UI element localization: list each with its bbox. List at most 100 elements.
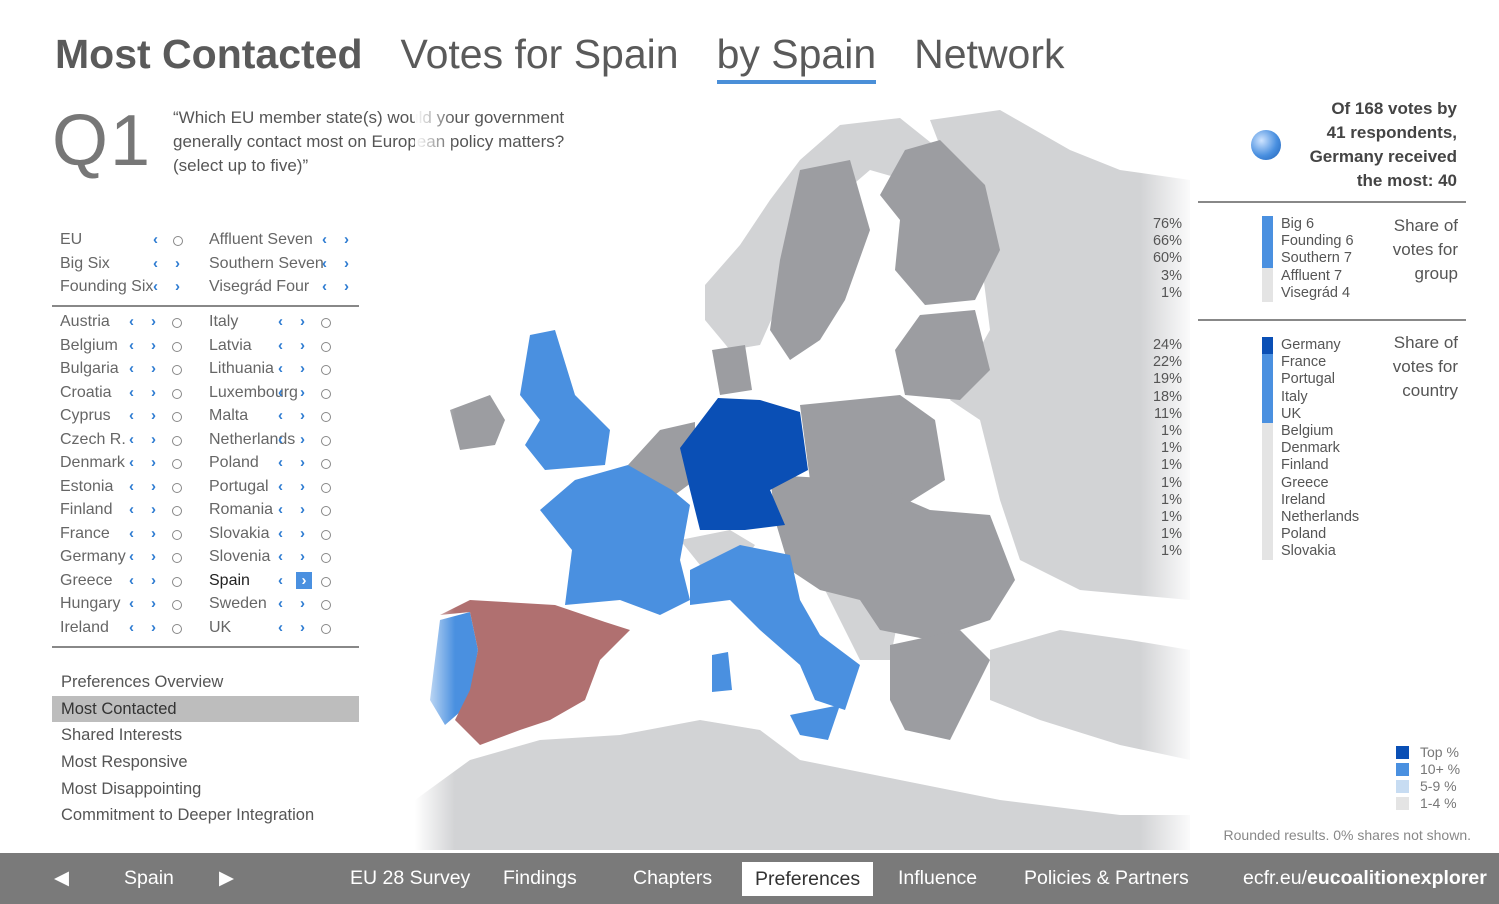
radio-circle-icon[interactable] [172, 318, 182, 328]
country-label-spain[interactable]: Spain [209, 572, 250, 590]
next-icon[interactable]: › [151, 384, 156, 401]
country-label-greece[interactable]: Greece [60, 572, 112, 590]
prev-icon[interactable]: ‹ [278, 619, 283, 636]
country-label-portugal[interactable]: Portugal [209, 478, 269, 496]
country-label-uk[interactable]: UK [209, 619, 231, 637]
country-label-hungary[interactable]: Hungary [60, 595, 120, 613]
prev-icon[interactable]: ‹ [129, 384, 134, 401]
country-label-czech-r[interactable]: Czech R. [60, 431, 126, 449]
prev-icon[interactable]: ‹ [129, 525, 134, 542]
prev-icon[interactable]: ‹ [129, 337, 134, 354]
tab-network[interactable]: Network [914, 31, 1064, 84]
radio-circle-icon[interactable] [321, 623, 331, 634]
radio-circle-icon[interactable] [172, 506, 182, 516]
site-link[interactable]: ecfr.eu/eucoalitionexplorer [1243, 853, 1487, 904]
prev-icon[interactable]: ‹ [278, 595, 283, 612]
prev-icon[interactable]: ‹ [322, 231, 327, 248]
prev-country-icon[interactable]: ◀ [54, 853, 69, 904]
nav-most-responsive[interactable]: Most Responsive [52, 749, 359, 776]
next-icon[interactable]: › [300, 501, 305, 518]
nav-policies-partners[interactable]: Policies & Partners [1024, 853, 1189, 904]
prev-icon[interactable]: ‹ [129, 619, 134, 636]
next-icon[interactable]: › [300, 595, 305, 612]
next-icon[interactable]: › [151, 313, 156, 330]
group-label-affluent-seven[interactable]: Affluent Seven [209, 231, 313, 249]
radio-circle-icon[interactable] [321, 318, 331, 328]
country-label-sweden[interactable]: Sweden [209, 595, 267, 613]
prev-icon[interactable]: ‹ [129, 313, 134, 330]
radio-circle-icon[interactable] [172, 412, 182, 422]
radio-circle-icon[interactable] [172, 600, 182, 610]
tab-most-contacted[interactable]: Most Contacted [55, 31, 363, 84]
country-label-luxembourg[interactable]: Luxembourg [209, 384, 298, 402]
prev-icon[interactable]: ‹ [129, 595, 134, 612]
country-label-romania[interactable]: Romania [209, 501, 273, 519]
radio-circle-icon[interactable] [172, 576, 182, 587]
country-label-estonia[interactable]: Estonia [60, 478, 113, 496]
next-icon[interactable]: › [300, 619, 305, 636]
next-icon[interactable]: › [300, 478, 305, 495]
prev-icon[interactable]: ‹ [278, 337, 283, 354]
radio-circle-icon[interactable] [321, 600, 331, 610]
next-country-icon[interactable]: ▶ [219, 853, 234, 904]
prev-icon[interactable]: ‹ [278, 384, 283, 401]
radio-circle-icon[interactable] [321, 482, 331, 493]
radio-circle-icon[interactable] [321, 435, 331, 446]
country-label-cyprus[interactable]: Cyprus [60, 407, 111, 425]
prev-icon[interactable]: ‹ [278, 572, 283, 589]
nav-eu28-survey[interactable]: EU 28 Survey [350, 853, 470, 904]
group-label-founding-six[interactable]: Founding Six [60, 278, 153, 296]
prev-icon[interactable]: ‹ [129, 572, 134, 589]
prev-icon[interactable]: ‹ [129, 501, 134, 518]
radio-circle-icon[interactable] [321, 365, 331, 375]
next-icon[interactable]: › [300, 454, 305, 471]
nav-shared-interests[interactable]: Shared Interests [52, 722, 359, 749]
next-icon[interactable]: › [300, 360, 305, 377]
country-label-austria[interactable]: Austria [60, 313, 110, 331]
prev-icon[interactable]: ‹ [129, 360, 134, 377]
prev-icon[interactable]: ‹ [129, 548, 134, 565]
nav-chapters[interactable]: Chapters [633, 853, 712, 904]
country-label-lithuania[interactable]: Lithuania [209, 360, 274, 378]
prev-icon[interactable]: ‹ [278, 548, 283, 565]
prev-icon[interactable]: ‹ [278, 501, 283, 518]
radio-circle-icon[interactable] [321, 388, 331, 399]
prev-icon[interactable]: ‹ [322, 278, 327, 295]
nav-preferences-overview[interactable]: Preferences Overview [52, 669, 359, 696]
next-icon[interactable]: › [175, 255, 180, 272]
prev-icon[interactable]: ‹ [153, 278, 158, 295]
country-label-latvia[interactable]: Latvia [209, 337, 252, 355]
tab-votes-for-spain[interactable]: Votes for Spain [401, 31, 679, 84]
radio-circle-icon[interactable] [172, 623, 182, 634]
country-label-denmark[interactable]: Denmark [60, 454, 125, 472]
next-icon[interactable]: › [300, 431, 305, 448]
prev-icon[interactable]: ‹ [129, 431, 134, 448]
radio-circle-icon[interactable] [321, 553, 331, 563]
country-label-finland[interactable]: Finland [60, 501, 112, 519]
prev-icon[interactable]: ‹ [153, 231, 158, 248]
next-icon[interactable]: › [300, 407, 305, 424]
radio-circle-icon[interactable] [172, 482, 182, 493]
radio-circle-icon[interactable] [321, 412, 331, 422]
prev-icon[interactable]: ‹ [129, 454, 134, 471]
radio-circle-icon[interactable] [321, 506, 331, 516]
next-icon[interactable]: › [151, 572, 156, 589]
next-icon[interactable]: › [151, 619, 156, 636]
next-icon[interactable]: › [151, 360, 156, 377]
next-icon[interactable]: › [151, 337, 156, 354]
next-icon[interactable]: › [151, 525, 156, 542]
next-icon[interactable]: › [151, 548, 156, 565]
prev-icon[interactable]: ‹ [278, 407, 283, 424]
next-icon[interactable]: › [344, 231, 349, 248]
next-icon[interactable]: › [151, 454, 156, 471]
prev-icon[interactable]: ‹ [278, 478, 283, 495]
radio-circle-icon[interactable] [172, 459, 182, 469]
nav-influence[interactable]: Influence [898, 853, 977, 904]
radio-circle-icon[interactable] [321, 576, 331, 587]
radio-circle-icon[interactable] [321, 459, 331, 469]
radio-circle-icon[interactable] [321, 529, 331, 540]
tab-by-spain[interactable]: by Spain [716, 31, 877, 84]
country-label-ireland[interactable]: Ireland [60, 619, 109, 637]
next-icon[interactable]: › [296, 571, 312, 589]
next-icon[interactable]: › [300, 548, 305, 565]
